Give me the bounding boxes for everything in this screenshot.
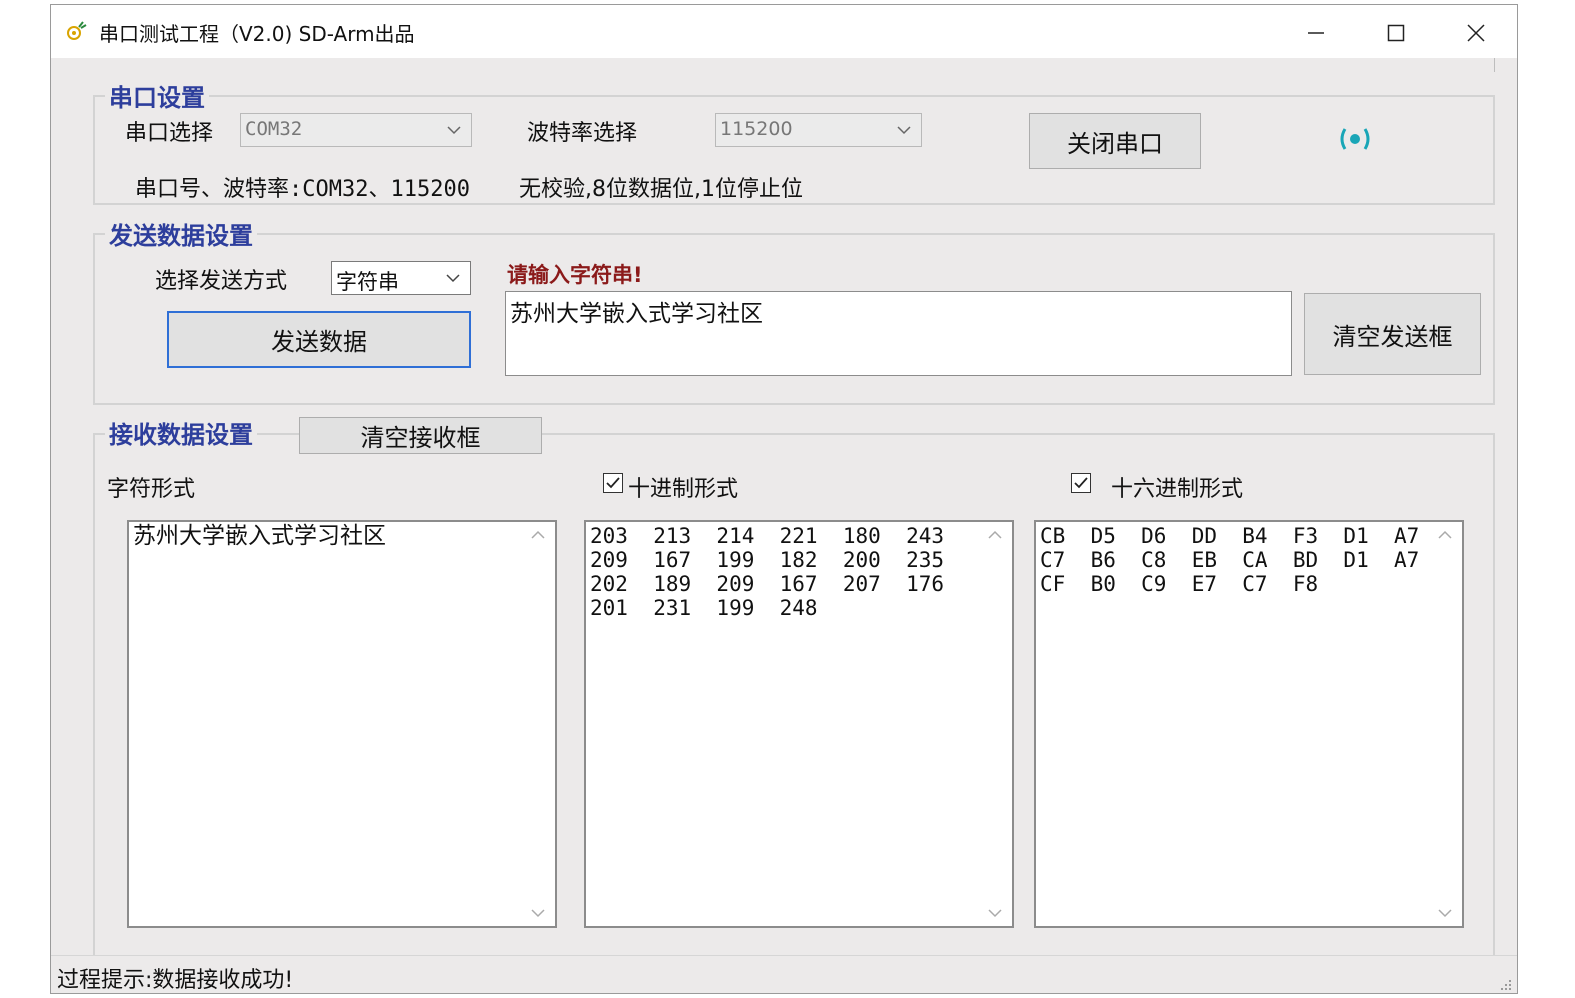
parity-info-text: 无校验,8位数据位,1位停止位 xyxy=(519,177,803,202)
hex-receive-content: CB D5 D6 DD B4 F3 D1 A7 C7 B6 C8 EB CA B… xyxy=(1040,524,1420,596)
baud-label: 波特率选择 xyxy=(527,121,638,146)
status-text: 过程提示:数据接收成功! xyxy=(57,968,294,993)
hex-checkbox[interactable] xyxy=(1071,473,1091,493)
decimal-receive-content: 203 213 214 221 180 243 209 167 199 182 … xyxy=(590,524,945,620)
chevron-down-icon xyxy=(897,125,911,134)
char-receive-box[interactable]: 苏州大学嵌入式学习社区 xyxy=(127,520,557,928)
title-bar: 串口测试工程（V2.0) SD-Arm出品 xyxy=(51,5,1517,58)
send-input[interactable]: 苏州大学嵌入式学习社区 xyxy=(505,291,1292,376)
baud-select[interactable]: 115200 xyxy=(715,113,922,147)
checkmark-icon xyxy=(1074,477,1088,489)
port-select[interactable]: COM32 xyxy=(240,113,472,147)
app-icon xyxy=(67,21,87,40)
chevron-down-icon xyxy=(531,909,545,918)
decimal-receive-box[interactable]: 203 213 214 221 180 243 209 167 199 182 … xyxy=(584,520,1014,928)
chevron-down-icon xyxy=(1438,909,1452,918)
resize-grip-icon[interactable] xyxy=(1497,976,1513,992)
send-mode-value: 字符串 xyxy=(336,270,399,294)
chevron-up-icon xyxy=(988,530,1002,539)
hex-scrollbar[interactable] xyxy=(1430,522,1462,926)
decimal-checkbox[interactable] xyxy=(603,473,623,493)
main-window: 串口测试工程（V2.0) SD-Arm出品 串口设置 串口选择 COM32 波特… xyxy=(50,4,1518,994)
minimize-button[interactable] xyxy=(1296,13,1336,53)
port-label: 串口选择 xyxy=(125,121,214,146)
chevron-down-icon xyxy=(446,273,460,282)
receive-settings-legend: 接收数据设置 xyxy=(105,415,257,450)
close-icon xyxy=(1467,24,1485,42)
port-info-text: 串口号、波特率:COM32、115200 xyxy=(135,177,470,202)
char-scrollbar[interactable] xyxy=(523,522,555,926)
status-bar: 过程提示:数据接收成功! xyxy=(51,955,1517,993)
close-button[interactable] xyxy=(1456,13,1496,53)
serial-settings-legend: 串口设置 xyxy=(105,78,209,113)
clear-send-button[interactable]: 清空发送框 xyxy=(1304,293,1481,375)
maximize-button[interactable] xyxy=(1376,13,1416,53)
signal-icon xyxy=(1340,128,1370,150)
send-mode-label: 选择发送方式 xyxy=(155,269,288,294)
send-input-value: 苏州大学嵌入式学习社区 xyxy=(510,301,763,327)
send-data-button[interactable]: 发送数据 xyxy=(167,311,471,368)
clear-receive-button[interactable]: 清空接收框 xyxy=(299,417,542,454)
send-mode-select[interactable]: 字符串 xyxy=(331,261,471,295)
port-value: COM32 xyxy=(245,118,303,140)
decimal-scrollbar[interactable] xyxy=(980,522,1012,926)
hex-receive-box[interactable]: CB D5 D6 DD B4 F3 D1 A7 C7 B6 C8 EB CA B… xyxy=(1034,520,1464,928)
chevron-down-icon xyxy=(447,125,461,134)
chevron-up-icon xyxy=(531,530,545,539)
checkmark-icon xyxy=(606,477,620,489)
baud-value: 115200 xyxy=(720,118,793,140)
char-receive-content: 苏州大学嵌入式学习社区 xyxy=(133,523,386,549)
maximize-icon xyxy=(1387,24,1405,42)
minimize-icon xyxy=(1308,32,1324,34)
decimal-format-label: 十进制形式 xyxy=(628,477,739,502)
window-title: 串口测试工程（V2.0) SD-Arm出品 xyxy=(99,22,415,46)
divider xyxy=(1494,58,1495,72)
input-prompt: 请输入字符串! xyxy=(507,263,643,287)
chevron-down-icon xyxy=(988,909,1002,918)
close-port-button[interactable]: 关闭串口 xyxy=(1029,113,1201,169)
chevron-up-icon xyxy=(1438,530,1452,539)
hex-format-label: 十六进制形式 xyxy=(1111,477,1244,502)
send-settings-legend: 发送数据设置 xyxy=(105,216,257,251)
char-format-label: 字符形式 xyxy=(107,477,196,502)
